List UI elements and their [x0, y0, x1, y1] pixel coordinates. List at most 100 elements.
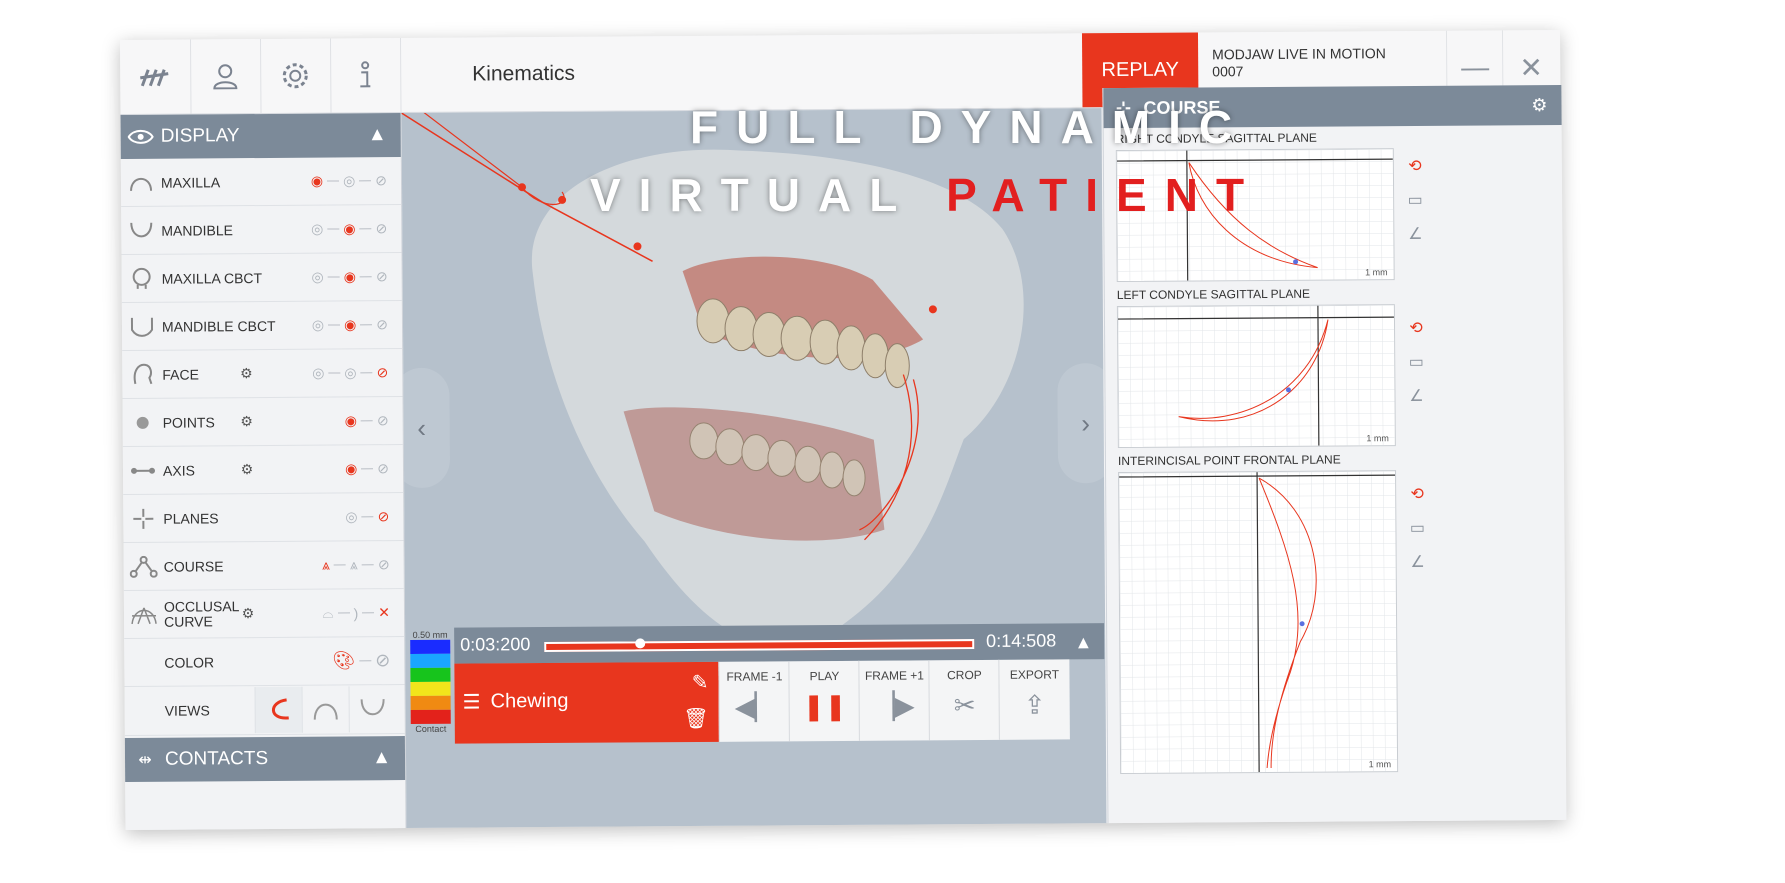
- eye-icon[interactable]: ◎: [312, 365, 324, 382]
- timeline-slider[interactable]: [544, 638, 975, 653]
- plot-scale: 1 mm: [1368, 759, 1392, 770]
- collapse-caret-icon[interactable]: ▲: [372, 747, 391, 769]
- gear-icon[interactable]: ⚙: [1531, 95, 1547, 116]
- display-row-mandible-cbct[interactable]: MANDIBLE CBCT ◎ ◉ ⊘: [121, 301, 403, 351]
- plot-title: LEFT CONDYLE SAGITTAL PLANE: [1116, 286, 1311, 303]
- gear-icon[interactable]: [259, 38, 332, 114]
- next-view-button[interactable]: ›: [1057, 363, 1107, 484]
- eye-hidden-icon[interactable]: ⊘: [376, 316, 388, 333]
- eye-hidden-icon[interactable]: ⊘: [376, 268, 388, 285]
- eye-icon[interactable]: ◉: [344, 268, 356, 285]
- visibility-toggles[interactable]: ⌓ ) ✕: [322, 604, 390, 621]
- course-hidden-icon[interactable]: ⊘: [378, 556, 390, 573]
- contacts-panel-header[interactable]: ⇹ CONTACTS ▲: [124, 736, 406, 782]
- display-panel-header[interactable]: DISPLAY ▲: [120, 113, 401, 159]
- modjaw-logo-icon[interactable]: [120, 39, 192, 114]
- display-row-planes[interactable]: PLANES ◎ ⊘: [123, 493, 404, 543]
- ruler-icon[interactable]: ▭: [1408, 190, 1423, 210]
- visibility-toggles[interactable]: ◎ ◉ ⊘: [311, 268, 387, 286]
- trash-icon[interactable]: 🗑︎: [683, 706, 709, 731]
- frame-back-button[interactable]: FRAME -1 ◀▏: [718, 661, 790, 742]
- control-label: FRAME -1: [726, 669, 783, 684]
- display-row-axis[interactable]: AXIS ⚙ ◉ ⊘: [122, 445, 404, 495]
- color-toggles[interactable]: 🎨︎ ⊘: [332, 650, 390, 671]
- course-line-icon[interactable]: ⩓: [350, 556, 358, 573]
- scale-top-label: 0.50 mm: [412, 629, 448, 640]
- reset-view-icon[interactable]: ⟲: [1410, 484, 1424, 504]
- reset-view-icon[interactable]: ⟲: [1408, 156, 1422, 176]
- motion-selector[interactable]: ☰ Chewing ✎ 🗑︎: [454, 661, 719, 744]
- eye-icon[interactable]: ◉: [311, 173, 323, 190]
- expand-caret-icon[interactable]: ▲: [1074, 632, 1092, 653]
- ruler-icon[interactable]: ▭: [1409, 352, 1424, 372]
- project-name: MODJAW LIVE IN MOTION 0007: [1212, 45, 1386, 80]
- eye-icon[interactable]: ◎: [312, 317, 324, 334]
- eye-icon[interactable]: ◉: [345, 460, 357, 477]
- visibility-toggles[interactable]: ◎ ⊘: [345, 508, 389, 525]
- palette-icon[interactable]: 🎨︎: [332, 650, 355, 671]
- pencil-icon[interactable]: ✎: [692, 670, 709, 695]
- visibility-toggles[interactable]: ⩓ ⩓ ⊘: [322, 556, 390, 573]
- gear-icon[interactable]: ⚙: [232, 365, 260, 382]
- display-row-occlusal-curve[interactable]: OCCLUSAL CURVE ⚙ ⌓ ) ✕: [123, 589, 405, 639]
- collapse-caret-icon[interactable]: ▲: [368, 124, 387, 146]
- control-label: FRAME +1: [864, 668, 925, 683]
- view-mandible-icon[interactable]: [348, 686, 396, 733]
- play-button[interactable]: PLAY ❚❚: [788, 660, 860, 742]
- eye-icon[interactable]: ◉: [344, 316, 356, 333]
- menu-icon[interactable]: ☰: [463, 689, 481, 714]
- visibility-toggles[interactable]: ◎ ◎ ⊘: [312, 364, 388, 382]
- curve-line-icon[interactable]: ): [354, 605, 359, 621]
- mandible-icon: [121, 220, 161, 240]
- display-row-face[interactable]: FACE ⚙ ◎ ◎ ⊘: [122, 349, 403, 399]
- frame-forward-button[interactable]: FRAME +1 ▕▶: [858, 660, 930, 741]
- curve-hidden-icon[interactable]: ✕: [378, 604, 390, 621]
- eye-hidden-icon[interactable]: ⊘: [378, 508, 390, 525]
- info-icon[interactable]: [329, 38, 402, 113]
- crop-button[interactable]: CROP ✂: [928, 659, 1000, 741]
- visibility-toggles[interactable]: ◎ ◉ ⊘: [312, 316, 388, 334]
- view-side-icon[interactable]: [254, 686, 302, 734]
- display-row-color[interactable]: COLOR 🎨︎ ⊘: [124, 637, 405, 687]
- eye-hidden-icon[interactable]: ⊘: [376, 220, 388, 237]
- eye-hidden-icon[interactable]: ⊘: [375, 172, 387, 189]
- eye-icon[interactable]: ◎: [311, 221, 323, 238]
- angle-icon[interactable]: ∠: [1410, 552, 1424, 572]
- eye-icon[interactable]: ◎: [345, 508, 357, 525]
- angle-icon[interactable]: ∠: [1409, 386, 1423, 406]
- visibility-toggles[interactable]: ◉ ⊘: [345, 460, 389, 477]
- eye-icon[interactable]: ◉: [345, 412, 357, 429]
- prev-view-button[interactable]: ‹: [401, 367, 451, 489]
- export-button[interactable]: EXPORT ⇪: [998, 659, 1070, 740]
- overlay-word-virtual: VIRTUAL: [590, 169, 916, 221]
- ruler-icon[interactable]: ▭: [1410, 518, 1425, 538]
- display-row-mandible[interactable]: MANDIBLE ◎ ◉ ⊘: [121, 205, 402, 255]
- eye-hidden-icon[interactable]: ⊘: [377, 364, 389, 381]
- timeline-knob[interactable]: [634, 638, 645, 649]
- gear-icon[interactable]: ⚙: [233, 413, 261, 430]
- display-row-maxilla[interactable]: MAXILLA ◉ ◎ ⊘: [120, 157, 402, 207]
- curve-grid-icon[interactable]: ⌓: [322, 605, 333, 622]
- reset-view-icon[interactable]: ⟲: [1409, 318, 1423, 338]
- gear-icon[interactable]: ⚙: [234, 605, 262, 622]
- axis-icon: [123, 465, 163, 475]
- angle-icon[interactable]: ∠: [1408, 224, 1422, 244]
- display-row-course[interactable]: COURSE ⩓ ⩓ ⊘: [123, 541, 404, 591]
- visibility-toggles[interactable]: ◉ ⊘: [345, 412, 389, 429]
- eye-icon[interactable]: ◉: [343, 220, 355, 237]
- eye-icon[interactable]: ◎: [343, 172, 355, 189]
- eye-hidden-icon[interactable]: ⊘: [377, 412, 389, 429]
- eye-hidden-icon[interactable]: ⊘: [377, 460, 389, 477]
- course-points-icon[interactable]: ⩓: [322, 557, 330, 574]
- eye-icon[interactable]: ◎: [311, 269, 323, 286]
- visibility-toggles[interactable]: ◉ ◎ ⊘: [311, 172, 387, 190]
- user-icon[interactable]: [189, 39, 262, 114]
- view-maxilla-icon[interactable]: [301, 686, 349, 733]
- eye-icon[interactable]: ◎: [344, 364, 356, 381]
- display-row-points[interactable]: POINTS ⚙ ◉ ⊘: [122, 397, 403, 447]
- left-condyle-trace: [1117, 305, 1395, 448]
- gear-icon[interactable]: ⚙: [233, 461, 261, 478]
- palette-off-icon[interactable]: ⊘: [375, 650, 390, 671]
- visibility-toggles[interactable]: ◎ ◉ ⊘: [311, 220, 387, 238]
- display-row-maxilla-cbct[interactable]: MAXILLA CBCT ◎ ◉ ⊘: [121, 253, 402, 303]
